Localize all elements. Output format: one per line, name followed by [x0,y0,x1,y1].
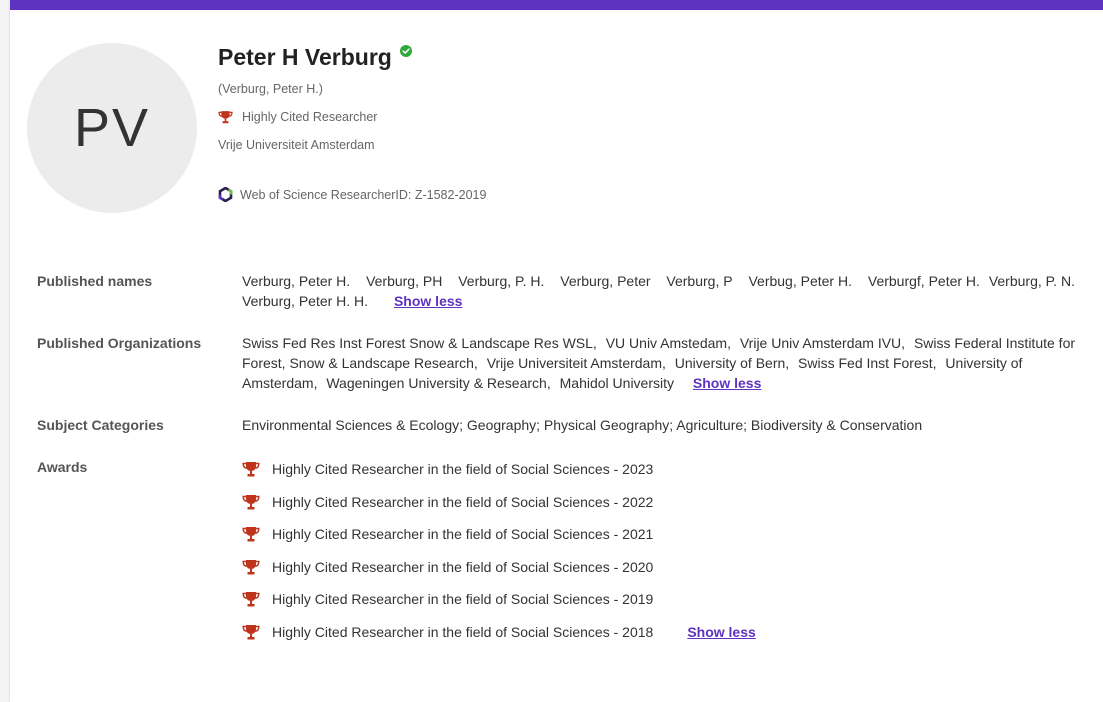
organization: Swiss Fed Res Inst Forest Snow & Landsca… [242,335,597,351]
researcher-name: Peter H Verburg [218,44,392,70]
institution: Vrije Universiteit Amsterdam [218,138,375,152]
researcher-id: Web of Science ResearcherID: Z-1582-2019 [240,187,487,202]
published-name: Verburg, PH [366,273,443,289]
trophy-icon [242,624,260,640]
published-name: Verbug, Peter H. [748,273,852,289]
researcher-id-row: Web of Science ResearcherID: Z-1582-2019 [218,187,486,202]
trophy-icon [242,494,260,510]
highly-cited-badge: Highly Cited Researcher [218,110,486,124]
organization: University of Bern, [674,355,790,371]
name-row: Peter H Verburg [218,44,486,71]
organization: Swiss Fed Inst Forest, [798,355,937,371]
subject-categories-value: Environmental Sciences & Ecology; Geogra… [242,417,923,433]
profile-header: Peter H Verburg (Verburg, Peter H.) High… [218,44,486,202]
trophy-icon [242,462,260,477]
published-organizations-value: Swiss Fed Res Inst Forest Snow & Landsca… [242,325,1087,393]
profile-card: PV Peter H Verburg (Verburg, Peter H.) H… [10,0,1103,702]
awards-list: Highly Cited Researcher in the field of … [242,449,1087,648]
organizations-show-less-link[interactable]: Show less [693,375,761,391]
published-name: Verburg, Peter H. [242,273,351,289]
trophy-icon [242,559,260,575]
organization: Vrije Universiteit Amsterdam, [486,355,666,371]
awards-label: Awards [37,459,88,475]
published-organizations-row: Published Organizations Swiss Fed Res In… [37,325,1087,393]
award-item: Highly Cited Researcher in the field of … [242,583,1087,616]
subject-categories-label: Subject Categories [37,417,164,433]
award-label: Highly Cited Researcher in the field of … [272,461,654,478]
trophy-icon [242,527,260,542]
award-label: Highly Cited Researcher in the field of … [272,493,654,510]
award-item: Highly Cited Researcher in the field of … [242,453,1087,486]
published-organizations-label: Published Organizations [37,335,202,351]
trophy-icon [218,111,233,124]
award-item: Highly Cited Researcher in the field of … [242,486,1087,519]
organization: Vrije Univ Amsterdam IVU, [739,335,906,351]
awards-row: Awards Highly Cited Researcher in the fi… [37,449,1087,648]
avatar: PV [27,43,197,213]
published-name: Verburg, Peter [560,273,651,289]
award-item: Highly Cited Researcher in the field of … [242,616,1087,649]
published-name: Verburg, Peter H. H. [242,293,369,309]
subject-categories-row: Subject Categories Environmental Science… [37,407,1087,435]
award-label: Highly Cited Researcher in the field of … [272,526,654,543]
organization: Mahidol University [559,375,674,391]
published-names-label: Published names [37,273,153,289]
published-names-row: Published names Verburg, Peter H. Verbur… [37,263,1087,311]
published-name: Verburgf, Peter H. [867,273,980,289]
published-name: Verburg, P. N. [988,273,1075,289]
published-name: Verburg, P. H. [458,273,545,289]
awards-show-less-link[interactable]: Show less [687,622,755,642]
published-names-show-less-link[interactable]: Show less [394,293,462,309]
organization: VU Univ Amstedam, [605,335,731,351]
award-item: Highly Cited Researcher in the field of … [242,551,1087,584]
award-label: Highly Cited Researcher in the field of … [272,623,654,640]
award-label: Highly Cited Researcher in the field of … [272,591,654,608]
award-item: Highly Cited Researcher in the field of … [242,518,1087,551]
profile-details: Published names Verburg, Peter H. Verbur… [37,263,1087,662]
alternate-name: (Verburg, Peter H.) [218,82,323,96]
published-names-value: Verburg, Peter H. Verburg, PH Verburg, P… [242,263,1087,311]
wos-logo-icon [218,187,233,202]
check-circle-icon [399,44,412,57]
badge-label: Highly Cited Researcher [242,110,378,124]
published-name: Verburg, P [666,273,733,289]
award-label: Highly Cited Researcher in the field of … [272,558,654,575]
organization: Wageningen University & Research, [326,375,551,391]
trophy-icon [242,592,260,607]
